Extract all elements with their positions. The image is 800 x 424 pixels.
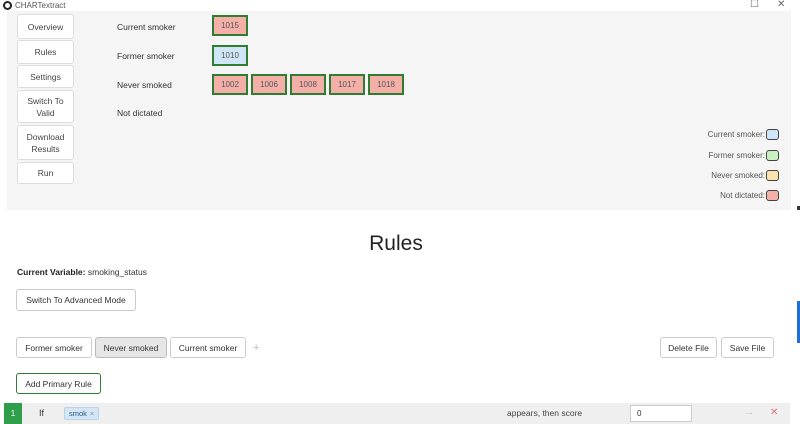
legend-label: Not dictated: (720, 191, 765, 200)
overview-button[interactable]: Overview (17, 14, 74, 39)
record-chip[interactable]: 1015 (212, 15, 248, 36)
rule-index-badge[interactable]: 1 (4, 403, 22, 424)
legend-swatch (766, 150, 779, 161)
page-title: Rules (369, 232, 423, 255)
record-chip[interactable]: 1006 (251, 74, 287, 95)
value-label-former-smoker: Former smoker (117, 51, 175, 61)
add-primary-rule-button[interactable]: Add Primary Rule (16, 373, 101, 394)
tag-remove-icon[interactable]: × (90, 409, 94, 418)
record-chip[interactable]: 1010 (212, 45, 248, 66)
legend-label: Current smoker: (707, 130, 765, 139)
rules-button[interactable]: Rules (17, 40, 74, 64)
tab-former-smoker[interactable]: Former smoker (16, 337, 92, 358)
delete-rule-icon[interactable]: ✕ (770, 407, 778, 418)
rule-pattern-text: smok (69, 409, 87, 418)
legend-label: Never smoked: (711, 171, 765, 180)
current-variable-value: smoking_status (87, 267, 147, 277)
rule-condition-text: appears, then score (507, 408, 583, 418)
rule-if-label: If (39, 408, 45, 418)
current-variable-label: Current Variable: (17, 267, 86, 277)
arrow-right-icon[interactable]: → (744, 407, 754, 418)
rule-pattern-tag[interactable]: smok × (64, 407, 100, 420)
delete-file-button[interactable]: Delete File (660, 337, 717, 358)
maximize-icon[interactable]: ☐ (750, 0, 759, 11)
value-label-never-smoked: Never smoked (117, 80, 172, 90)
overview-panel: Overview Rules Settings Switch To Valid … (7, 11, 791, 210)
value-label-not-dictated: Not dictated (117, 108, 163, 118)
add-tab-icon[interactable]: + (253, 342, 259, 354)
value-label-current-smoker: Current smoker (117, 22, 176, 32)
download-results-button[interactable]: Download Results (17, 125, 74, 160)
legend-swatch (766, 129, 779, 140)
rule-row: 1 If smok × appears, then score 0 → ✕ (4, 403, 790, 424)
record-chip[interactable]: 1018 (368, 74, 404, 95)
legend-label: Former smoker: (708, 151, 765, 160)
settings-button[interactable]: Settings (17, 65, 74, 88)
current-variable: Current Variable: smoking_status (17, 267, 147, 277)
legend-current-smoker: Current smoker: (708, 129, 779, 140)
app-logo-icon (3, 1, 12, 10)
legend-not-dictated: Not dictated: (720, 190, 779, 201)
legend-swatch (766, 170, 779, 181)
title-bar: CHARTextract ☐ ✕ (0, 0, 800, 11)
switch-to-valid-button[interactable]: Switch To Valid (17, 90, 74, 123)
run-button[interactable]: Run (17, 162, 74, 184)
scrollbar[interactable] (792, 11, 800, 424)
save-file-button[interactable]: Save File (721, 337, 774, 358)
legend-swatch (766, 190, 779, 201)
tab-never-smoked[interactable]: Never smoked (95, 337, 167, 358)
legend-never-smoked: Never smoked: (711, 170, 779, 181)
record-chip[interactable]: 1017 (329, 74, 365, 95)
legend-former-smoker: Former smoker: (709, 150, 779, 161)
window-title: CHARTextract (15, 1, 66, 10)
record-chip[interactable]: 1002 (212, 74, 248, 95)
record-chip[interactable]: 1008 (290, 74, 326, 95)
close-icon[interactable]: ✕ (777, 0, 785, 11)
score-input[interactable]: 0 (630, 405, 692, 422)
tab-current-smoker[interactable]: Current smoker (170, 337, 246, 358)
advanced-mode-button[interactable]: Switch To Advanced Mode (16, 289, 136, 311)
